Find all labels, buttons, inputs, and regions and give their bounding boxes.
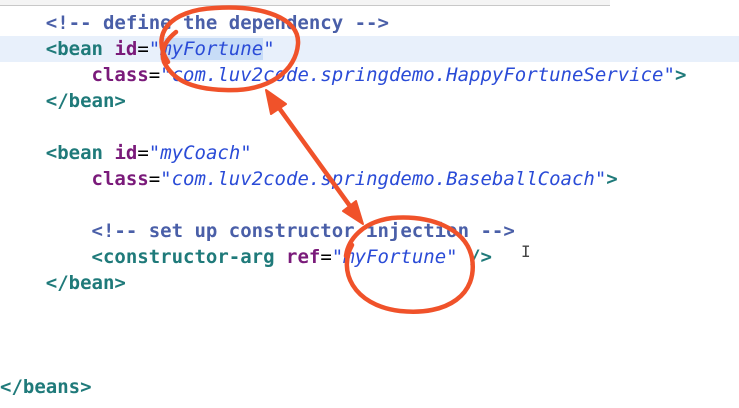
xml-attr-value: "myFortune" [331, 246, 458, 268]
xml-attr-value: "myCoach" [148, 142, 252, 164]
xml-attr: class [91, 64, 149, 86]
xml-attr-value: "com.luv2code.springdemo.HappyFortuneSer… [160, 64, 675, 86]
code-line[interactable]: </bean> [0, 270, 739, 296]
editor-top-edge [0, 0, 610, 6]
code-line[interactable]: </beans> [0, 374, 739, 400]
code-editor[interactable]: <!-- define the dependency --> <bean id=… [0, 0, 739, 408]
code-line[interactable]: <bean id="myCoach" [0, 140, 739, 166]
code-line[interactable]: <constructor-arg ref="myFortune" /> [0, 244, 739, 270]
xml-attr: id [114, 38, 138, 60]
code-line[interactable]: <!-- define the dependency --> [0, 10, 739, 36]
code-line[interactable]: </bean> [0, 88, 739, 114]
xml-tag: bean [57, 38, 103, 60]
xml-tag: constructor-arg [102, 246, 275, 268]
xml-tag: </bean> [45, 90, 126, 112]
xml-tag: </bean> [45, 272, 126, 294]
xml-tag: bean [57, 142, 103, 164]
xml-attr: id [114, 142, 138, 164]
text-cursor-icon: I [521, 242, 531, 261]
xml-tag: </beans> [0, 376, 92, 398]
xml-attr: class [91, 168, 149, 190]
xml-attr-value: "com.luv2code.springdemo.BaseballCoach" [160, 168, 607, 190]
code-line[interactable]: class="com.luv2code.springdemo.HappyFort… [0, 62, 739, 88]
xml-comment: <!-- set up constructor injection --> [91, 220, 515, 242]
code-line[interactable]: class="com.luv2code.springdemo.BaseballC… [0, 166, 739, 192]
code-line-current[interactable]: <bean id="myFortune" [0, 36, 739, 62]
selected-text[interactable]: myFortune [160, 38, 264, 60]
xml-comment: <!-- define the dependency --> [45, 12, 389, 34]
code-line[interactable]: <!-- set up constructor injection --> [0, 218, 739, 244]
xml-attr: ref [286, 246, 321, 268]
